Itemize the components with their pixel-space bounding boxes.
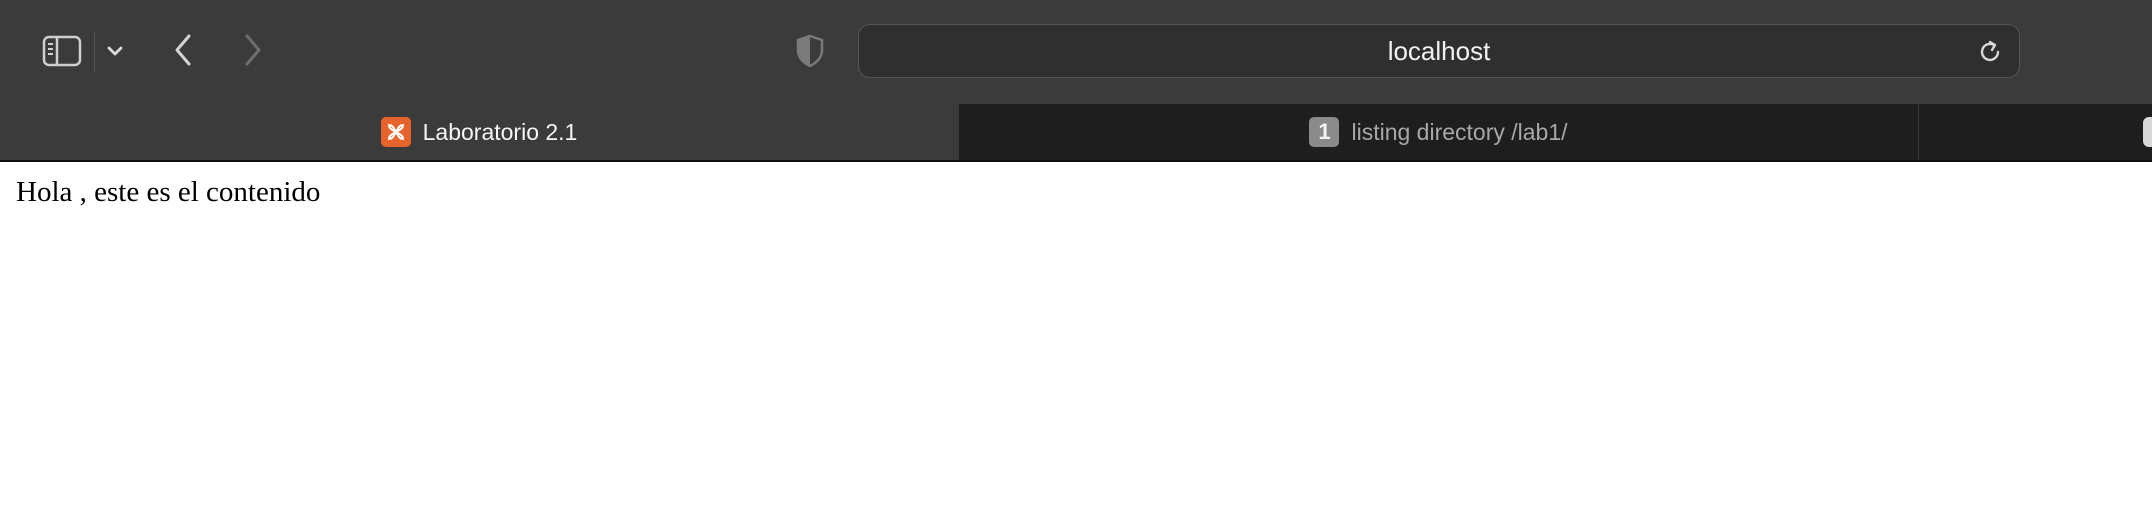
xampp-icon [380,117,411,147]
tab-number-badge: 1 [1309,117,1340,147]
tab-laboratorio[interactable]: Laboratorio 2.1 [0,104,958,160]
tab-third[interactable] [1918,104,2152,160]
tab-bar-border [0,160,2152,162]
privacy-shield-icon [796,34,824,68]
browser-toolbar: localhost [0,0,2152,104]
address-bar[interactable]: localhost [858,24,2020,78]
toolbar-divider [94,32,95,72]
tab-bar: Laboratorio 2.1 1 listing directory /lab… [0,104,2152,160]
back-button[interactable] [165,30,201,70]
tab-listing-directory[interactable]: 1 listing directory /lab1/ [958,104,1918,160]
chevron-down-icon [107,46,123,56]
tab-label: Laboratorio 2.1 [422,118,578,145]
sidebar-toggle-button[interactable] [40,34,84,68]
tab-group-menu-button[interactable] [100,36,130,66]
forward-button[interactable] [235,30,271,70]
privacy-report-button[interactable] [794,32,826,70]
tab-favicon-icon [2143,117,2152,147]
page-content-text: Hola , este es el contenido [16,176,321,208]
sidebar-icon [42,35,82,67]
forward-icon [245,34,261,66]
tab-label: listing directory /lab1/ [1351,118,1568,145]
back-icon [175,34,191,66]
reload-icon [1980,40,2000,62]
reload-button[interactable] [1975,37,2005,67]
address-text[interactable]: localhost [859,25,2019,77]
